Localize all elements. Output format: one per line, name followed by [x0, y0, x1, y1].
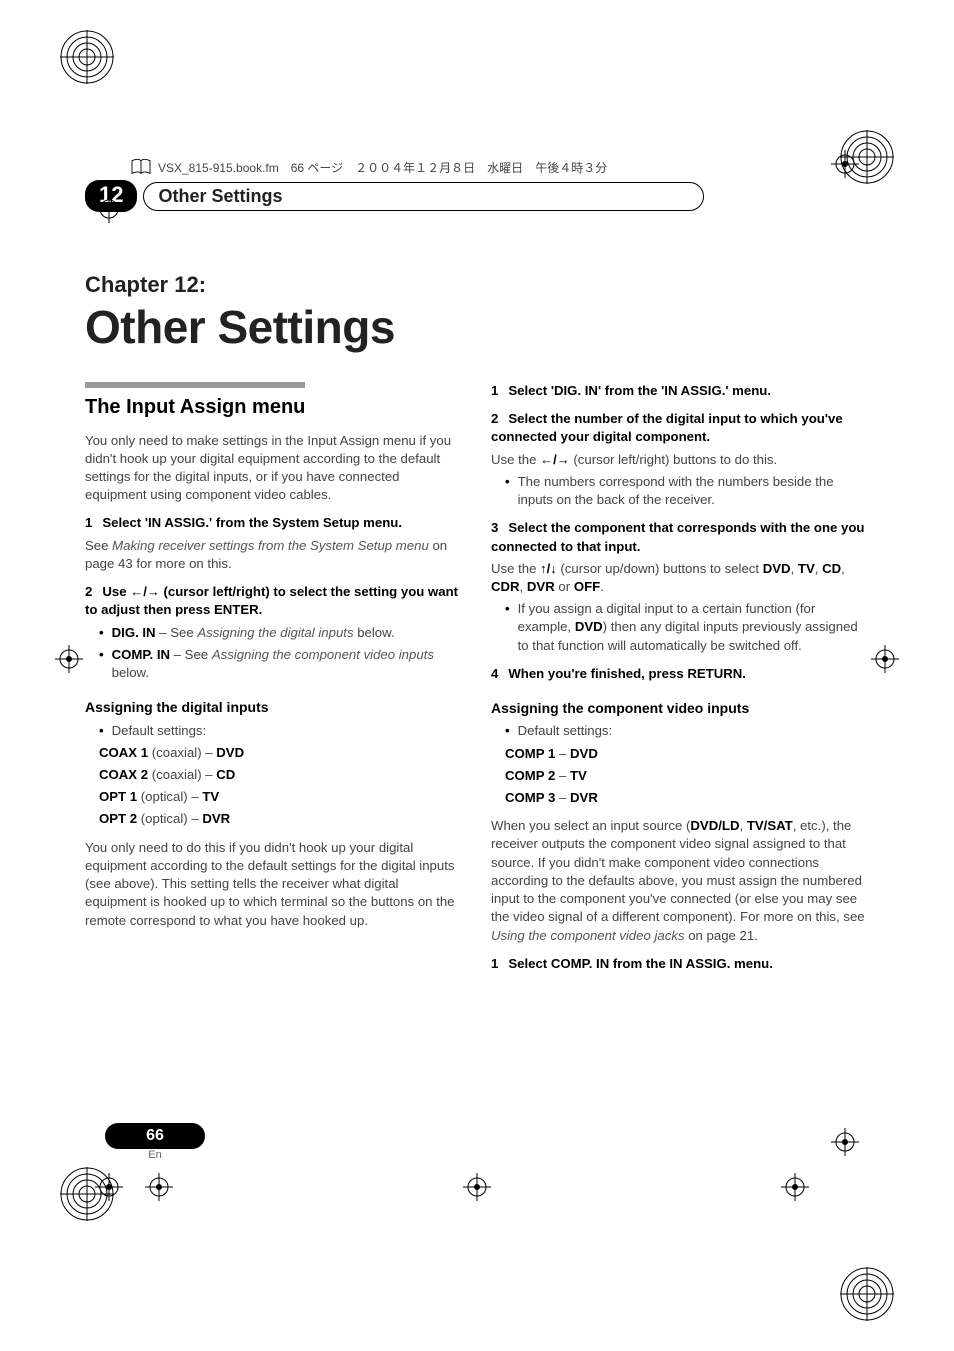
manual-page: VSX_815-915.book.fm 66 ページ ２００４年１２月８日 水曜… [0, 0, 954, 1351]
reg-mark [55, 645, 83, 673]
left-column: The Input Assign menu You only need to m… [85, 382, 463, 973]
corner-mark-bottom-right [840, 1267, 894, 1321]
corner-mark-top-left [60, 30, 114, 84]
default-comp3: COMP 3 – DVR [505, 789, 869, 807]
default-comp1: COMP 1 – DVD [505, 745, 869, 763]
header-filename: VSX_815-915.book.fm 66 ページ ２００４年１２月８日 水曜… [130, 158, 607, 176]
chapter-title: Other Settings [85, 300, 869, 354]
reg-mark [781, 1173, 809, 1201]
bullet-defaults: Default settings: [99, 722, 463, 740]
right-column: 1Select 'DIG. IN' from the 'IN ASSIG.' m… [491, 382, 869, 973]
arrow-left-right-icon [130, 584, 160, 599]
arrow-up-down-icon [540, 561, 557, 576]
default-opt1: OPT 1 (optical) – TV [99, 788, 463, 806]
content-columns: The Input Assign menu You only need to m… [85, 382, 869, 973]
bullet-comp-in: COMP. IN – See Assigning the component v… [99, 646, 463, 682]
r-step-3-bullet: If you assign a digital input to a certa… [505, 600, 869, 655]
bullet-dig-in: DIG. IN – See Assigning the digital inpu… [99, 624, 463, 642]
reg-mark [463, 1173, 491, 1201]
default-coax2: COAX 2 (coaxial) – CD [99, 766, 463, 784]
chapter-label: Chapter 12: [85, 272, 869, 298]
reg-mark [95, 1173, 123, 1201]
r-step-2-bullet: The numbers correspond with the numbers … [505, 473, 869, 509]
r-step-4: 4When you're finished, press RETURN. [491, 665, 869, 683]
reg-mark [831, 1128, 859, 1156]
chapter-tab-label: Other Settings [143, 182, 703, 211]
intro-paragraph: You only need to make settings in the In… [85, 432, 463, 505]
default-comp2: COMP 2 – TV [505, 767, 869, 785]
r-step-3-tail: Use the (cursor up/down) buttons to sele… [491, 560, 869, 596]
step-2: 2Use (cursor left/right) to select the s… [85, 583, 463, 619]
page-number-badge: 66 En [105, 1123, 205, 1161]
r-step-5: 1Select COMP. IN from the IN ASSIG. menu… [491, 955, 869, 973]
right-tail-paragraph: When you select an input source (DVD/LD,… [491, 817, 869, 945]
subheading-component-inputs: Assigning the component video inputs [491, 699, 869, 718]
page-number: 66 [105, 1123, 205, 1149]
reg-mark [95, 195, 123, 223]
r-step-2-tail: Use the (cursor left/right) buttons to d… [491, 451, 869, 469]
reg-mark [831, 150, 859, 178]
section-heading-input-assign: The Input Assign menu [85, 382, 305, 422]
reg-mark [871, 645, 899, 673]
default-opt2: OPT 2 (optical) – DVR [99, 810, 463, 828]
r-step-3: 3Select the component that corresponds w… [491, 519, 869, 555]
default-coax1: COAX 1 (coaxial) – DVD [99, 744, 463, 762]
bullet-defaults-2: Default settings: [505, 722, 869, 740]
step-1: 1Select 'IN ASSIG.' from the System Setu… [85, 514, 463, 532]
book-icon [130, 158, 152, 176]
section-tab: 12 Other Settings [85, 180, 869, 212]
header-filename-text: VSX_815-915.book.fm 66 ページ ２００４年１２月８日 水曜… [158, 159, 607, 176]
reg-mark [145, 1173, 173, 1201]
page-lang: En [105, 1149, 205, 1161]
r-step-2: 2Select the number of the digital input … [491, 410, 869, 446]
arrow-left-right-icon [540, 452, 570, 467]
step-1-note: See Making receiver settings from the Sy… [85, 537, 463, 573]
r-step-1: 1Select 'DIG. IN' from the 'IN ASSIG.' m… [491, 382, 869, 400]
subheading-digital-inputs: Assigning the digital inputs [85, 698, 463, 717]
left-tail-paragraph: You only need to do this if you didn't h… [85, 839, 463, 930]
